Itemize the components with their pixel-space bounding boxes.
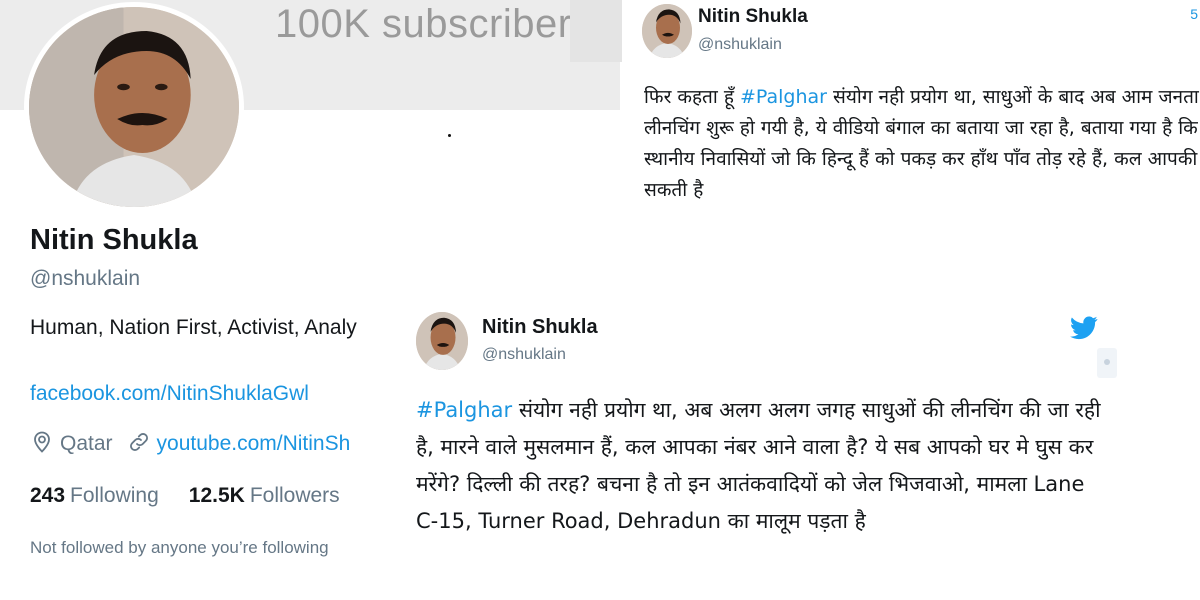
avatar-photo xyxy=(29,7,239,207)
tweet-text: #Palghar संयोग नही प्रयोग था, अब अलग अलग… xyxy=(416,392,1106,540)
hashtag-link[interactable]: #Palghar xyxy=(740,86,827,108)
profile-bio: Human, Nation First, Activist, Analy xyxy=(30,316,357,339)
banner-subscribers-text: 100K subscribers xyxy=(275,2,593,46)
tweet-author-name[interactable]: Nitin Shukla xyxy=(698,6,808,28)
profile-location: Qatar xyxy=(60,432,113,455)
link-icon xyxy=(129,433,148,451)
tweet-card-bottom[interactable]: Nitin Shukla @nshuklain #Palghar संयोग न… xyxy=(398,300,1120,590)
banner-edge xyxy=(570,0,622,62)
profile-website-link[interactable]: facebook.com/NitinShuklaGwl xyxy=(30,382,309,406)
twitter-bird-icon[interactable] xyxy=(1070,316,1098,340)
tweet-text-prefix: फिर कहता हूँ xyxy=(644,86,740,108)
tweet-author-handle[interactable]: @nshuklain xyxy=(482,346,566,364)
stray-dot xyxy=(448,134,451,137)
following-count: 243 xyxy=(30,484,66,507)
tweet-card-top[interactable]: Nitin Shukla @nshuklain 5 फिर कहता हूँ #… xyxy=(630,0,1200,240)
following-label: Following xyxy=(70,484,159,507)
profile-avatar[interactable] xyxy=(24,2,244,212)
tweet-text-body: संयोग नही प्रयोग था, अब अलग अलग जगह साधु… xyxy=(416,398,1101,533)
tweet-author-handle[interactable]: @nshuklain xyxy=(698,36,782,54)
profile-youtube-link[interactable]: youtube.com/NitinSh xyxy=(157,432,351,455)
hashtag-link[interactable]: #Palghar xyxy=(416,398,512,422)
profile-name: Nitin Shukla xyxy=(30,224,198,256)
profile-handle: @nshuklain xyxy=(30,267,141,290)
scrollbar-thumb[interactable] xyxy=(1097,348,1117,378)
followers-count-link[interactable]: 12.5K Followers xyxy=(189,484,340,507)
tweet-text: फिर कहता हूँ #Palghar संयोग नही प्रयोग थ… xyxy=(644,82,1200,206)
tweet-corner-fragment: 5 xyxy=(1190,6,1198,22)
avatar-photo xyxy=(416,312,468,370)
follow-stats: 243 Following 12.5K Followers xyxy=(30,484,340,508)
followers-label: Followers xyxy=(249,484,340,507)
tweet-avatar[interactable] xyxy=(416,312,468,370)
profile-meta-row: Qatar youtube.com/NitinSh xyxy=(30,430,395,462)
followers-count: 12.5K xyxy=(188,484,245,507)
tweet-author-name[interactable]: Nitin Shukla xyxy=(482,316,598,339)
not-followed-notice: Not followed by anyone you’re following xyxy=(30,538,329,557)
avatar-photo xyxy=(642,4,692,58)
location-pin-icon xyxy=(34,431,50,453)
following-count-link[interactable]: 243 Following xyxy=(30,484,159,507)
tweet-avatar[interactable] xyxy=(642,4,692,58)
